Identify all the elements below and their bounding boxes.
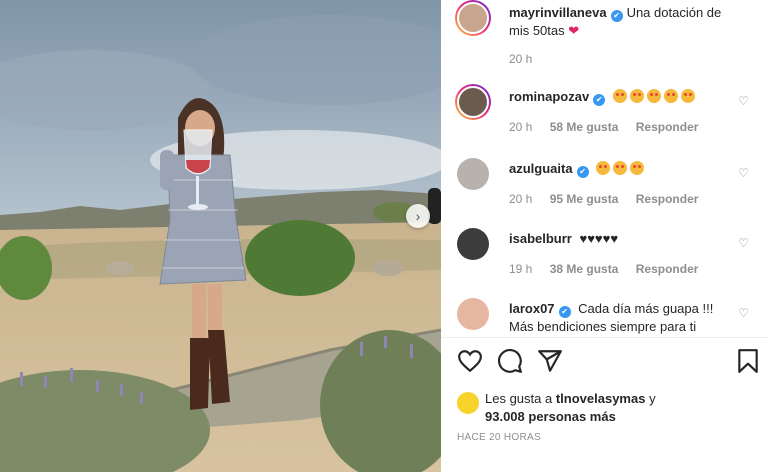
comment-item: isabelburr ♥♥♥♥♥ 19 h 38 Me gusta Respon… [457, 228, 757, 284]
comment-likes[interactable]: 95 Me gusta [550, 192, 619, 206]
reply-button[interactable]: Responder [636, 120, 699, 134]
heart-icon[interactable]: ♡ [738, 94, 749, 108]
share-icon[interactable] [537, 348, 563, 374]
verified-icon: ✔ [593, 94, 606, 106]
likes-prefix: Les gusta a [485, 391, 553, 406]
reply-button[interactable]: Responder [636, 262, 699, 276]
bookmark-icon[interactable] [735, 348, 761, 374]
post-photo[interactable]: › [0, 0, 441, 472]
comment-item: rominapozav ✔ 20 h 58 Me gusta Responder … [455, 84, 757, 142]
post-timestamp[interactable]: HACE 20 HORAS [457, 432, 541, 443]
heart-icon[interactable]: ♡ [738, 166, 749, 180]
comment-time: 20 h [509, 192, 533, 206]
comment-item: larox07 ✔ Cada día más guapa !!! Más bend… [457, 298, 757, 336]
commenter-username[interactable]: rominapozav [509, 89, 589, 104]
commenter-avatar[interactable] [457, 228, 489, 260]
likes-others[interactable]: 93.008 personas más [485, 409, 616, 424]
comment-time: 20 h [509, 120, 533, 134]
heart-icon[interactable]: ♡ [738, 306, 749, 320]
caption-time: 20 h [509, 52, 533, 66]
commenter-username[interactable]: isabelburr [509, 231, 572, 246]
chevron-right-icon[interactable]: › [406, 204, 430, 228]
comment-item: azulguaita ✔ 20 h 95 Me gusta Responder ♡ [457, 158, 757, 214]
commenter-username[interactable]: azulguaita [509, 161, 573, 176]
verified-icon: ✔ [610, 10, 623, 22]
heart-icon[interactable]: ♡ [738, 236, 749, 250]
author-username[interactable]: mayrinvillaneva [509, 5, 607, 20]
caption-row: mayrinvillaneva ✔ Una dotación de mis 50ta… [455, 0, 757, 70]
comment-likes[interactable]: 38 Me gusta [550, 262, 619, 276]
commenter-avatar[interactable] [455, 84, 491, 120]
commenter-username[interactable]: larox07 [509, 301, 555, 316]
comment-text: ♥♥♥♥♥ [579, 231, 619, 246]
comment-likes[interactable]: 58 Me gusta [550, 120, 619, 134]
post-image [0, 0, 441, 472]
commenter-avatar[interactable] [457, 158, 489, 190]
comments-panel: mayrinvillaneva ✔ Una dotación de mis 50ta… [441, 0, 768, 472]
comment-icon[interactable] [497, 348, 523, 374]
commenter-avatar[interactable] [457, 298, 489, 330]
verified-icon: ✔ [576, 166, 589, 178]
likes-conj: y [649, 391, 656, 406]
liker-username[interactable]: tlnovelasymas [556, 391, 646, 406]
liker-avatar[interactable] [457, 392, 479, 414]
emoji-group [612, 89, 698, 104]
divider [441, 337, 768, 338]
comments-list[interactable]: mayrinvillaneva ✔ Una dotación de mis 50ta… [441, 0, 768, 336]
emoji-group [596, 161, 647, 176]
author-avatar[interactable] [455, 0, 491, 36]
comment-time: 19 h [509, 262, 533, 276]
action-bar [457, 348, 758, 376]
heart-icon[interactable] [457, 348, 483, 374]
reply-button[interactable]: Responder [636, 192, 699, 206]
verified-icon: ✔ [558, 306, 571, 318]
heart-emoji: ❤ [568, 23, 580, 38]
